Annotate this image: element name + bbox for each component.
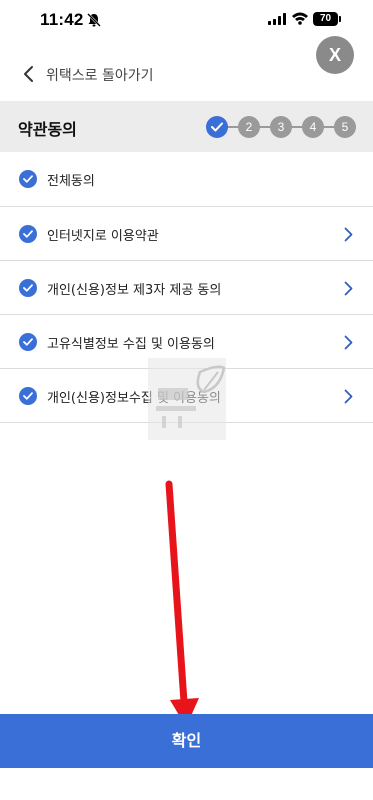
agreement-label: 고유식별정보 수집 및 이용동의	[47, 337, 215, 352]
checkbox-checked-icon[interactable]	[19, 387, 37, 405]
agree-all-row[interactable]: 전체동의	[0, 152, 373, 207]
checkbox-checked-icon[interactable]	[19, 170, 37, 188]
chevron-right-icon[interactable]	[344, 227, 353, 242]
chevron-left-icon	[24, 66, 33, 82]
checkbox-checked-icon[interactable]	[19, 333, 37, 351]
chevron-right-icon[interactable]	[344, 389, 353, 404]
step-5: 5	[334, 116, 356, 138]
bell-off-icon	[87, 13, 101, 27]
agreement-label: 전체동의	[47, 174, 95, 189]
back-link[interactable]: 위택스로 돌아가기	[0, 56, 300, 92]
page-title: 약관동의	[18, 120, 77, 139]
chevron-right-icon[interactable]	[344, 335, 353, 350]
status-bar: 11:42 70	[0, 0, 373, 44]
check-icon	[211, 122, 223, 132]
leaf-watermark-icon	[156, 365, 226, 428]
agreement-row-terms[interactable]: 인터넷지로 이용약관	[0, 207, 373, 261]
battery-icon: 70	[313, 12, 341, 26]
signal-icon	[268, 13, 286, 25]
battery-level: 70	[313, 12, 338, 26]
back-link-label: 위택스로 돌아가기	[46, 68, 154, 84]
wifi-icon	[292, 12, 308, 25]
checkbox-checked-icon[interactable]	[19, 225, 37, 243]
section-header: 약관동의 2 3 4 5	[0, 101, 373, 152]
close-button[interactable]: X	[316, 36, 354, 74]
chevron-right-icon[interactable]	[344, 281, 353, 296]
step-1-done	[206, 116, 228, 138]
step-3: 3	[270, 116, 292, 138]
confirm-button[interactable]: 확인	[0, 714, 373, 768]
step-indicator: 2 3 4 5	[206, 115, 358, 139]
checkbox-checked-icon[interactable]	[19, 279, 37, 297]
agreement-label: 개인(신용)정보 제3자 제공 동의	[47, 283, 222, 298]
watermark-logo	[148, 358, 226, 440]
agreement-row-third-party[interactable]: 개인(신용)정보 제3자 제공 동의	[0, 261, 373, 315]
agreement-label: 인터넷지로 이용약관	[47, 229, 159, 244]
status-time: 11:42	[40, 10, 84, 29]
step-4: 4	[302, 116, 324, 138]
step-2: 2	[238, 116, 260, 138]
